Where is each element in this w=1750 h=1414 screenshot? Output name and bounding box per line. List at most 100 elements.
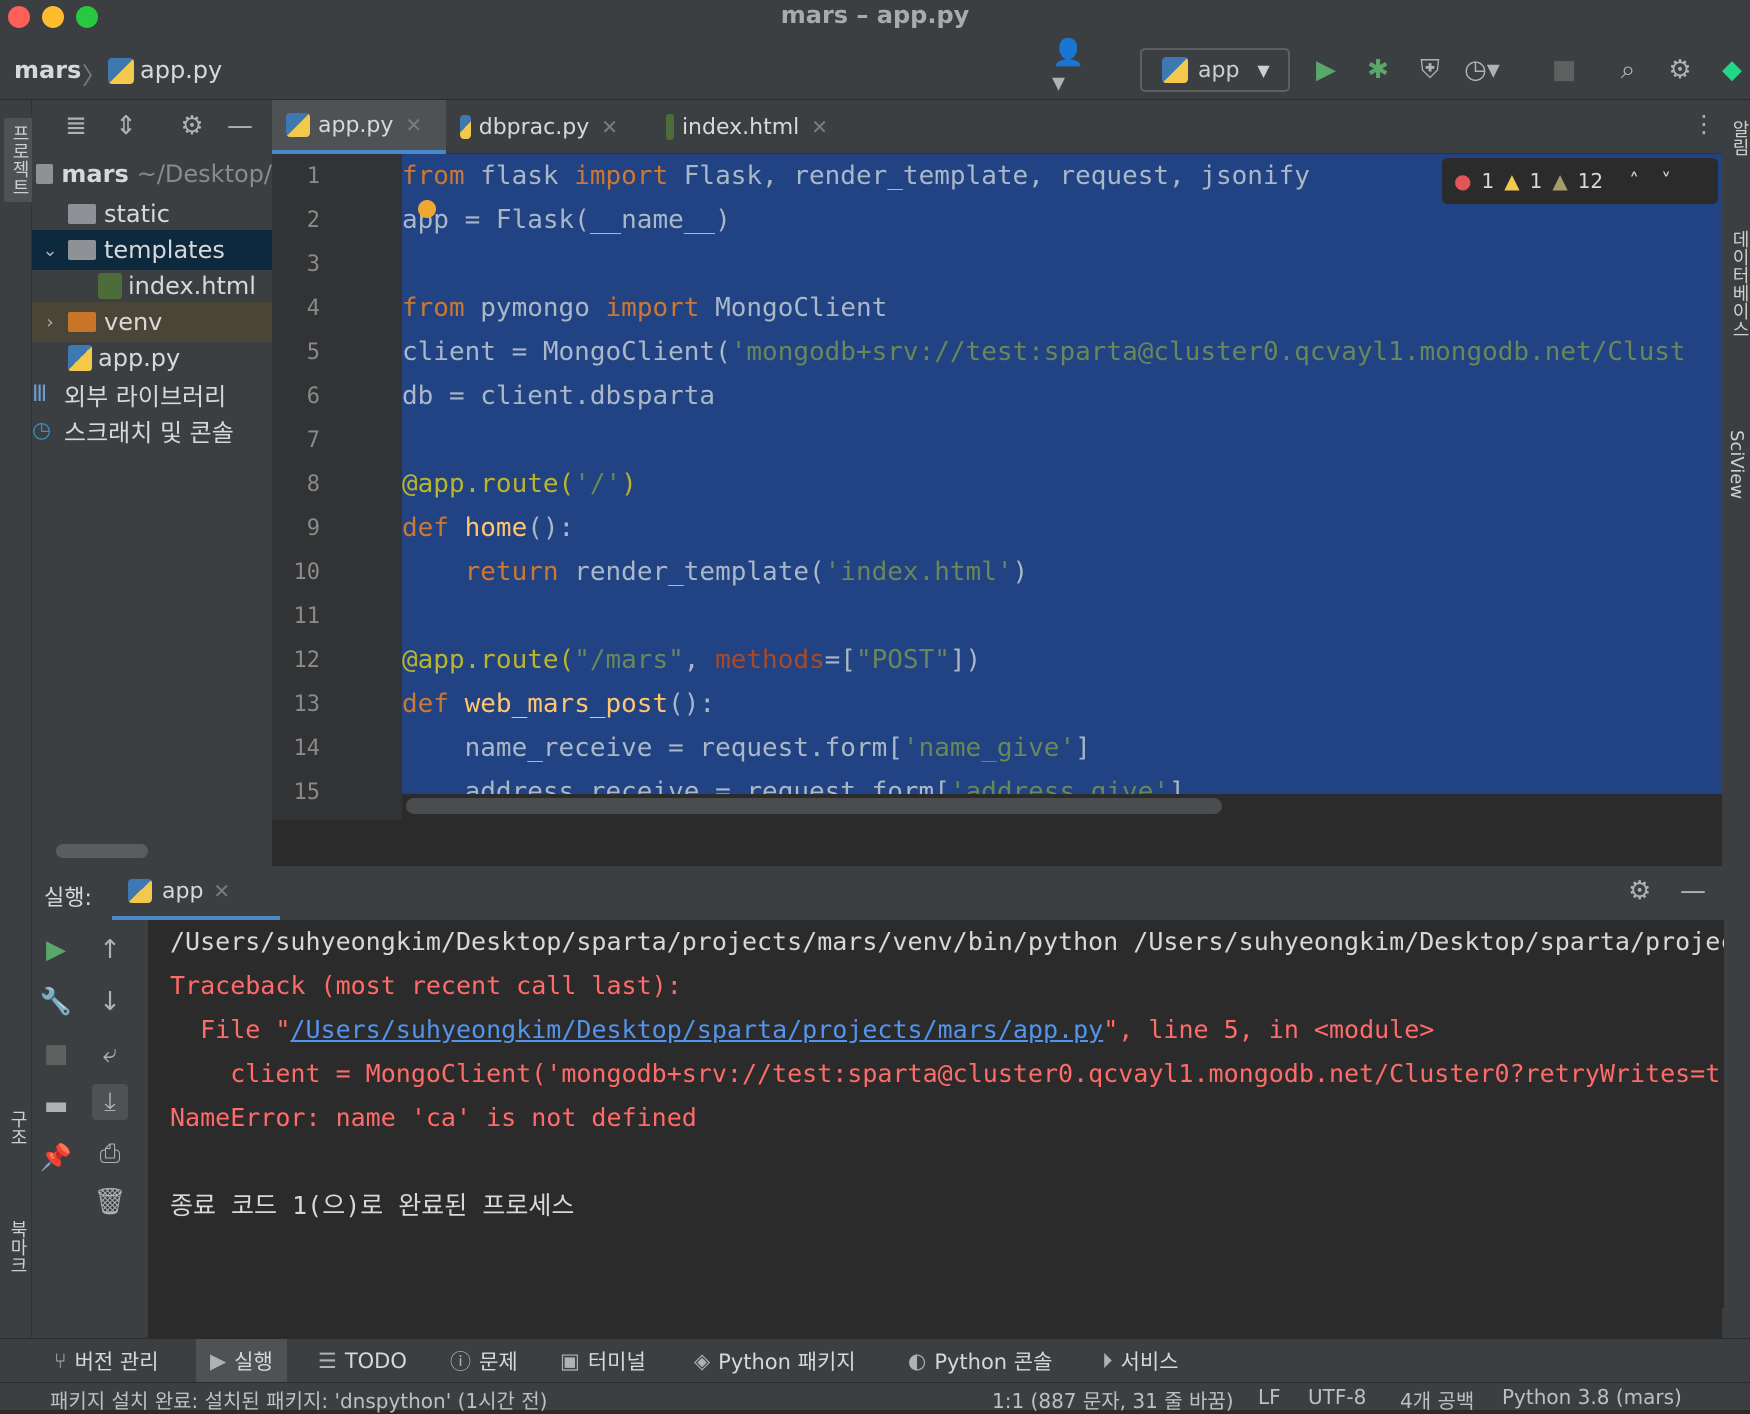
run-config-selector[interactable]: app ▼ xyxy=(1140,48,1290,92)
library-icon: Ⅲ xyxy=(32,381,48,407)
close-tab-icon[interactable]: ✕ xyxy=(213,879,230,903)
run-console[interactable]: /Users/suhyeongkim/Desktop/sparta/projec… xyxy=(148,920,1724,1308)
code-text: db = client.dbsparta xyxy=(402,381,716,411)
tab-dbprac-py[interactable]: dbprac.py ✕ xyxy=(446,100,632,154)
print-icon[interactable]: ⎙ xyxy=(92,1136,128,1172)
tab-python-packages[interactable]: ◈ Python 패키지 xyxy=(694,1339,856,1383)
file-encoding[interactable]: UTF-8 xyxy=(1308,1385,1366,1409)
previous-problem-icon[interactable]: ˄ xyxy=(1629,169,1639,193)
line-number: 6 xyxy=(306,384,320,409)
run-tab-app[interactable]: app ✕ xyxy=(112,866,280,920)
chevron-down-icon[interactable]: ⌄ xyxy=(32,240,68,261)
close-window-button[interactable] xyxy=(8,6,30,28)
python-file-icon xyxy=(460,115,471,139)
hide-panel-icon[interactable]: — xyxy=(222,108,258,144)
line-separator[interactable]: LF xyxy=(1258,1385,1281,1409)
code-line-14: name_receive = request.form['name_give'] xyxy=(402,726,1091,770)
inspection-widget[interactable]: ● 1 ▲ 1 ▲ 12 ˄ ˅ xyxy=(1442,158,1718,204)
code-editor[interactable]: from flask import Flask, render_template… xyxy=(402,154,1722,794)
tree-item-static[interactable]: static xyxy=(32,194,272,234)
string-literal: 'address_give' xyxy=(949,777,1170,794)
notifications-tool-button[interactable]: 알림 xyxy=(1726,120,1750,156)
code-text: pymongo xyxy=(464,293,606,323)
database-tool-button[interactable]: 데이터베이스 xyxy=(1726,230,1750,338)
more-tabs-icon[interactable]: ⋮ xyxy=(1692,110,1716,138)
scroll-up-icon[interactable]: ↑ xyxy=(92,932,128,968)
layout-icon[interactable]: ▬ xyxy=(38,1088,74,1124)
tab-run[interactable]: ▶ 실행 xyxy=(196,1339,287,1383)
hide-panel-icon[interactable]: — xyxy=(1680,876,1706,906)
tab-problems[interactable]: ⓘ 문제 xyxy=(450,1339,518,1383)
tab-services[interactable]: ⏵ 서비스 xyxy=(1102,1339,1178,1383)
wrench-icon[interactable]: 🔧 xyxy=(38,984,74,1020)
line-number: 14 xyxy=(293,736,321,761)
search-icon[interactable]: ⌕ xyxy=(1610,52,1646,88)
tree-item-scratches[interactable]: ◷ 스크래치 및 콘솔 xyxy=(32,410,272,450)
tab-version-control[interactable]: ⑂ 버전 관리 xyxy=(54,1339,159,1383)
tree-item-label: index.html xyxy=(128,272,256,300)
trash-icon[interactable]: 🗑 xyxy=(92,1184,128,1220)
run-settings-gear-icon[interactable]: ⚙ xyxy=(1628,876,1651,906)
settings-gear-icon[interactable]: ⚙ xyxy=(1662,52,1698,88)
next-problem-icon[interactable]: ˅ xyxy=(1661,169,1671,193)
tab-todo[interactable]: ☰ TODO xyxy=(318,1339,407,1383)
zoom-window-button[interactable] xyxy=(76,6,98,28)
expand-all-icon[interactable]: ≣ xyxy=(58,108,94,144)
html-file-icon xyxy=(98,273,122,299)
vcs-user-icon[interactable]: 👤▾ xyxy=(1052,38,1088,98)
pin-icon[interactable]: 📌 xyxy=(38,1140,74,1176)
stop-icon[interactable]: ■ xyxy=(1546,52,1582,88)
close-tab-icon[interactable]: ✕ xyxy=(811,115,828,139)
breadcrumb-file[interactable]: app.py xyxy=(140,56,222,84)
code-text: , xyxy=(683,645,716,675)
stop-icon[interactable]: ■ xyxy=(38,1036,74,1072)
tab-app-py[interactable]: app.py ✕ xyxy=(272,100,446,154)
tab-index-html[interactable]: index.html ✕ xyxy=(652,100,842,154)
chevron-right-icon[interactable]: › xyxy=(32,312,68,333)
close-tab-icon[interactable]: ✕ xyxy=(405,113,422,137)
project-settings-gear-icon[interactable]: ⚙ xyxy=(174,108,210,144)
editor-horizontal-scrollbar[interactable] xyxy=(406,798,1222,814)
pycharm-logo-icon[interactable]: ◆ xyxy=(1714,52,1750,88)
tree-item-index-html[interactable]: index.html xyxy=(32,266,272,306)
code-line-10: return render_template('index.html') xyxy=(402,550,1029,594)
console-file-link[interactable]: /Users/suhyeongkim/Desktop/sparta/projec… xyxy=(290,1015,1103,1044)
intention-bulb-icon[interactable] xyxy=(418,200,436,218)
collapse-all-icon[interactable]: ⇕ xyxy=(108,108,144,144)
tree-item-venv[interactable]: › venv xyxy=(32,302,272,342)
decorator: @app.route( xyxy=(402,645,575,675)
run-tab-label: app xyxy=(162,878,204,904)
right-tool-stripe: 알림 데이터베이스 SciView xyxy=(1722,100,1750,1340)
breadcrumb-project[interactable]: mars xyxy=(14,56,81,84)
breadcrumb-separator-icon: 〉 xyxy=(82,62,106,90)
tab-python-console[interactable]: ◐ Python 콘솔 xyxy=(908,1339,1052,1383)
bottom-tool-tabs: ⑂ 버전 관리 ▶ 실행 ☰ TODO ⓘ 문제 ▣ 터미널 ◈ Python 패키지 ◐ P… xyxy=(0,1338,1750,1383)
scroll-to-end-icon[interactable]: ⤓ xyxy=(92,1084,128,1120)
minimize-window-button[interactable] xyxy=(42,6,64,28)
debug-icon[interactable]: ✱ xyxy=(1360,52,1396,88)
project-scrollbar[interactable] xyxy=(56,844,148,858)
tree-root-mars[interactable]: mars ~/Desktop/ xyxy=(32,154,272,194)
code-text: =[ xyxy=(824,645,856,675)
scroll-down-icon[interactable]: ↓ xyxy=(92,984,128,1020)
code-line-5: client = MongoClient('mongodb+srv://test… xyxy=(402,330,1686,374)
code-line-4: from pymongo import MongoClient xyxy=(402,286,887,330)
sciview-tool-button[interactable]: SciView xyxy=(1726,430,1747,499)
tree-item-app-py[interactable]: app.py xyxy=(32,338,272,378)
close-tab-icon[interactable]: ✕ xyxy=(601,115,618,139)
line-number: 11 xyxy=(293,604,321,629)
project-tool-button[interactable]: 프로젝트 xyxy=(4,118,34,202)
code-line-15: address_receive = request.form['address_… xyxy=(402,770,1185,794)
tree-item-templates[interactable]: ⌄ templates xyxy=(32,230,272,270)
bookmarks-tool-button[interactable]: 북마크 xyxy=(4,1220,30,1274)
python-interpreter[interactable]: Python 3.8 (mars) xyxy=(1502,1385,1682,1409)
tab-terminal[interactable]: ▣ 터미널 xyxy=(560,1339,646,1383)
soft-wrap-icon[interactable]: ⤶ xyxy=(92,1036,128,1072)
tree-item-external-libraries[interactable]: Ⅲ 외부 라이브러리 xyxy=(32,374,272,414)
rerun-icon[interactable]: ▶ xyxy=(38,932,74,968)
profile-icon[interactable]: ◷▾ xyxy=(1464,52,1500,88)
run-icon[interactable]: ▶ xyxy=(1308,52,1344,88)
scratch-icon: ◷ xyxy=(32,417,52,443)
coverage-icon[interactable]: ⛨ xyxy=(1412,52,1448,88)
structure-tool-button[interactable]: 구조 xyxy=(4,1110,30,1146)
